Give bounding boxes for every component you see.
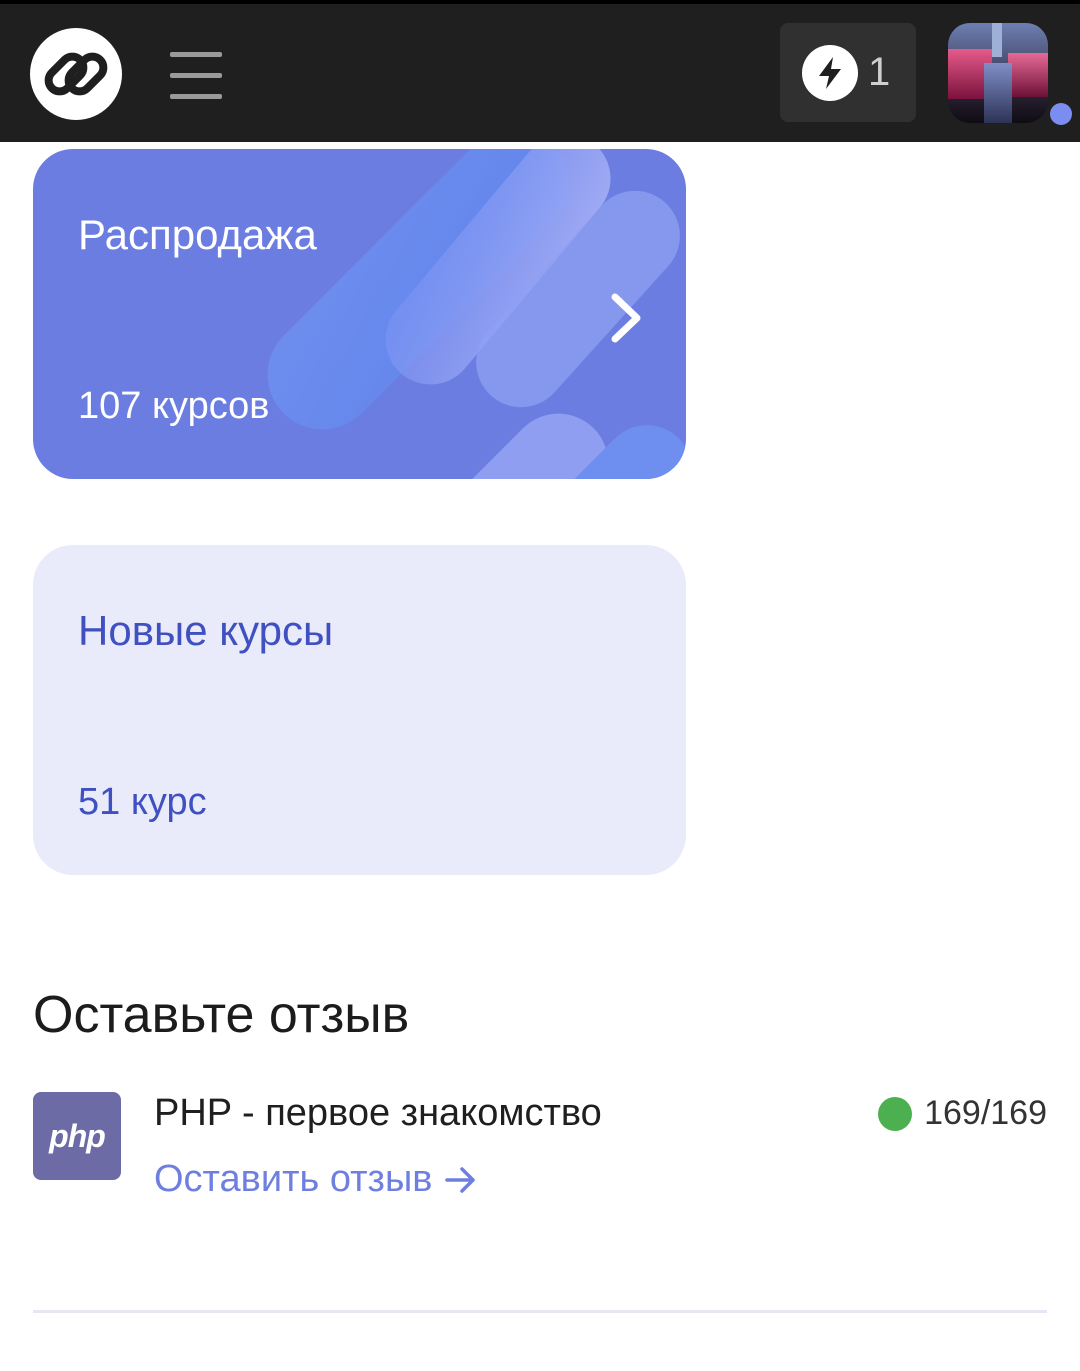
user-avatar[interactable]	[948, 23, 1048, 123]
php-logo-text: php	[49, 1117, 106, 1154]
card-count: 51 курс	[78, 781, 207, 823]
link-logo-icon[interactable]	[30, 28, 122, 120]
section-title: Оставьте отзыв	[33, 986, 410, 1044]
card-decoration	[267, 149, 686, 479]
hamburger-icon[interactable]	[170, 50, 222, 100]
review-course-item: php PHP - первое знакомство 169/169 Оста…	[33, 1092, 1047, 1212]
avatar-image-part	[984, 63, 1012, 123]
card-title: Новые курсы	[78, 607, 334, 654]
menu-line	[170, 94, 222, 99]
sale-card[interactable]: Распродажа 107 курсов	[33, 149, 686, 479]
php-logo: php	[33, 1092, 121, 1180]
card-title: Распродажа	[78, 211, 317, 258]
menu-line	[170, 52, 222, 57]
energy-count: 1	[868, 50, 891, 94]
leave-review-link[interactable]: Оставить отзыв	[154, 1158, 478, 1201]
new-courses-card[interactable]: Новые курсы 51 курс	[33, 545, 686, 875]
progress-status-dot	[878, 1096, 913, 1131]
progress-value: 169/169	[924, 1094, 1047, 1132]
card-count: 107 курсов	[78, 385, 270, 427]
avatar-image-part	[1008, 53, 1048, 97]
course-progress: 169/169	[878, 1094, 1047, 1133]
course-name[interactable]: PHP - первое знакомство	[154, 1092, 602, 1135]
avatar-image-part	[992, 23, 1002, 57]
leave-review-label: Оставить отзыв	[154, 1158, 433, 1200]
lightning-icon	[802, 45, 858, 101]
online-indicator	[1050, 103, 1072, 125]
energy-button[interactable]: 1	[780, 23, 916, 122]
divider	[33, 1310, 1047, 1313]
menu-line	[170, 73, 222, 78]
top-bar: 1	[0, 4, 1080, 142]
arrow-right-icon	[445, 1166, 476, 1193]
chevron-right-icon	[611, 293, 641, 343]
